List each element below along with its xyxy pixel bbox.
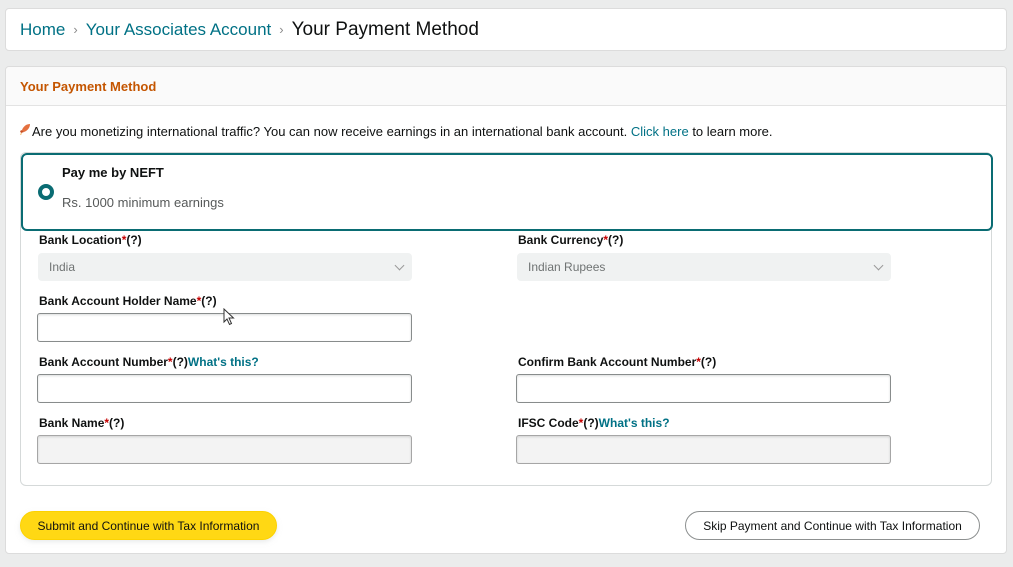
whats-this-link[interactable]: What's this? [188, 355, 259, 369]
skip-button[interactable]: Skip Payment and Continue with Tax Infor… [685, 511, 980, 540]
breadcrumb-separator: › [73, 22, 78, 37]
help-link[interactable]: (?) [583, 416, 598, 430]
help-link[interactable]: (?) [201, 294, 216, 308]
help-link[interactable]: (?) [173, 355, 188, 369]
bank-location-label-text: Bank Location [39, 233, 122, 247]
neft-title: Pay me by NEFT [62, 165, 164, 180]
bank-location-value: India [49, 260, 76, 274]
bank-currency-label-text: Bank Currency [518, 233, 604, 247]
whats-this-link[interactable]: What's this? [599, 416, 670, 430]
ifsc-label-text: IFSC Code [518, 416, 579, 430]
rocket-icon [19, 123, 31, 139]
bank-name-label: Bank Name*(?) [39, 416, 124, 430]
bank-location-label: Bank Location*(?) [39, 233, 142, 247]
bank-currency-label: Bank Currency*(?) [518, 233, 623, 247]
breadcrumb-home-link[interactable]: Home [20, 20, 65, 40]
panel-header: Your Payment Method [6, 67, 1006, 106]
help-link[interactable]: (?) [701, 355, 716, 369]
confirm-account-input[interactable] [516, 374, 891, 403]
chevron-down-icon [873, 260, 884, 271]
breadcrumb-separator: › [279, 22, 284, 37]
holder-name-label: Bank Account Holder Name*(?) [39, 294, 217, 308]
ifsc-label: IFSC Code*(?)What's this? [518, 416, 670, 430]
payment-method-card: Pay me by NEFT Rs. 1000 minimum earnings… [20, 152, 993, 486]
bank-currency-value: Indian Rupees [528, 260, 606, 274]
bank-location-select[interactable]: India [38, 253, 412, 281]
payment-method-panel: Your Payment Method Are you monetizing i… [5, 66, 1007, 554]
panel-title: Your Payment Method [20, 78, 157, 94]
cursor-icon [223, 308, 235, 326]
holder-name-label-text: Bank Account Holder Name [39, 294, 197, 308]
click-here-link[interactable]: Click here [631, 124, 689, 139]
neft-subtitle: Rs. 1000 minimum earnings [62, 195, 224, 210]
account-number-label-text: Bank Account Number [39, 355, 168, 369]
help-link[interactable]: (?) [608, 233, 623, 247]
confirm-account-label: Confirm Bank Account Number*(?) [518, 355, 716, 369]
notice-text: Are you monetizing international traffic… [32, 123, 628, 139]
bank-name-label-text: Bank Name [39, 416, 105, 430]
account-number-label: Bank Account Number*(?)What's this? [39, 355, 259, 369]
breadcrumb-current: Your Payment Method [291, 18, 479, 40]
submit-button[interactable]: Submit and Continue with Tax Information [20, 511, 277, 540]
breadcrumb-associates-link[interactable]: Your Associates Account [86, 20, 272, 40]
help-link[interactable]: (?) [126, 233, 141, 247]
chevron-down-icon [394, 260, 405, 271]
notice-text-after: to learn more. [692, 123, 773, 139]
account-number-input[interactable] [37, 374, 412, 403]
breadcrumb: Home › Your Associates Account › Your Pa… [5, 8, 1007, 51]
bank-currency-select[interactable]: Indian Rupees [517, 253, 891, 281]
international-notice: Are you monetizing international traffic… [19, 123, 773, 139]
neft-option[interactable]: Pay me by NEFT Rs. 1000 minimum earnings [21, 153, 993, 231]
bank-name-input[interactable] [37, 435, 412, 464]
help-link[interactable]: (?) [109, 416, 124, 430]
confirm-account-label-text: Confirm Bank Account Number [518, 355, 697, 369]
neft-radio[interactable] [38, 184, 54, 200]
ifsc-input[interactable] [516, 435, 891, 464]
